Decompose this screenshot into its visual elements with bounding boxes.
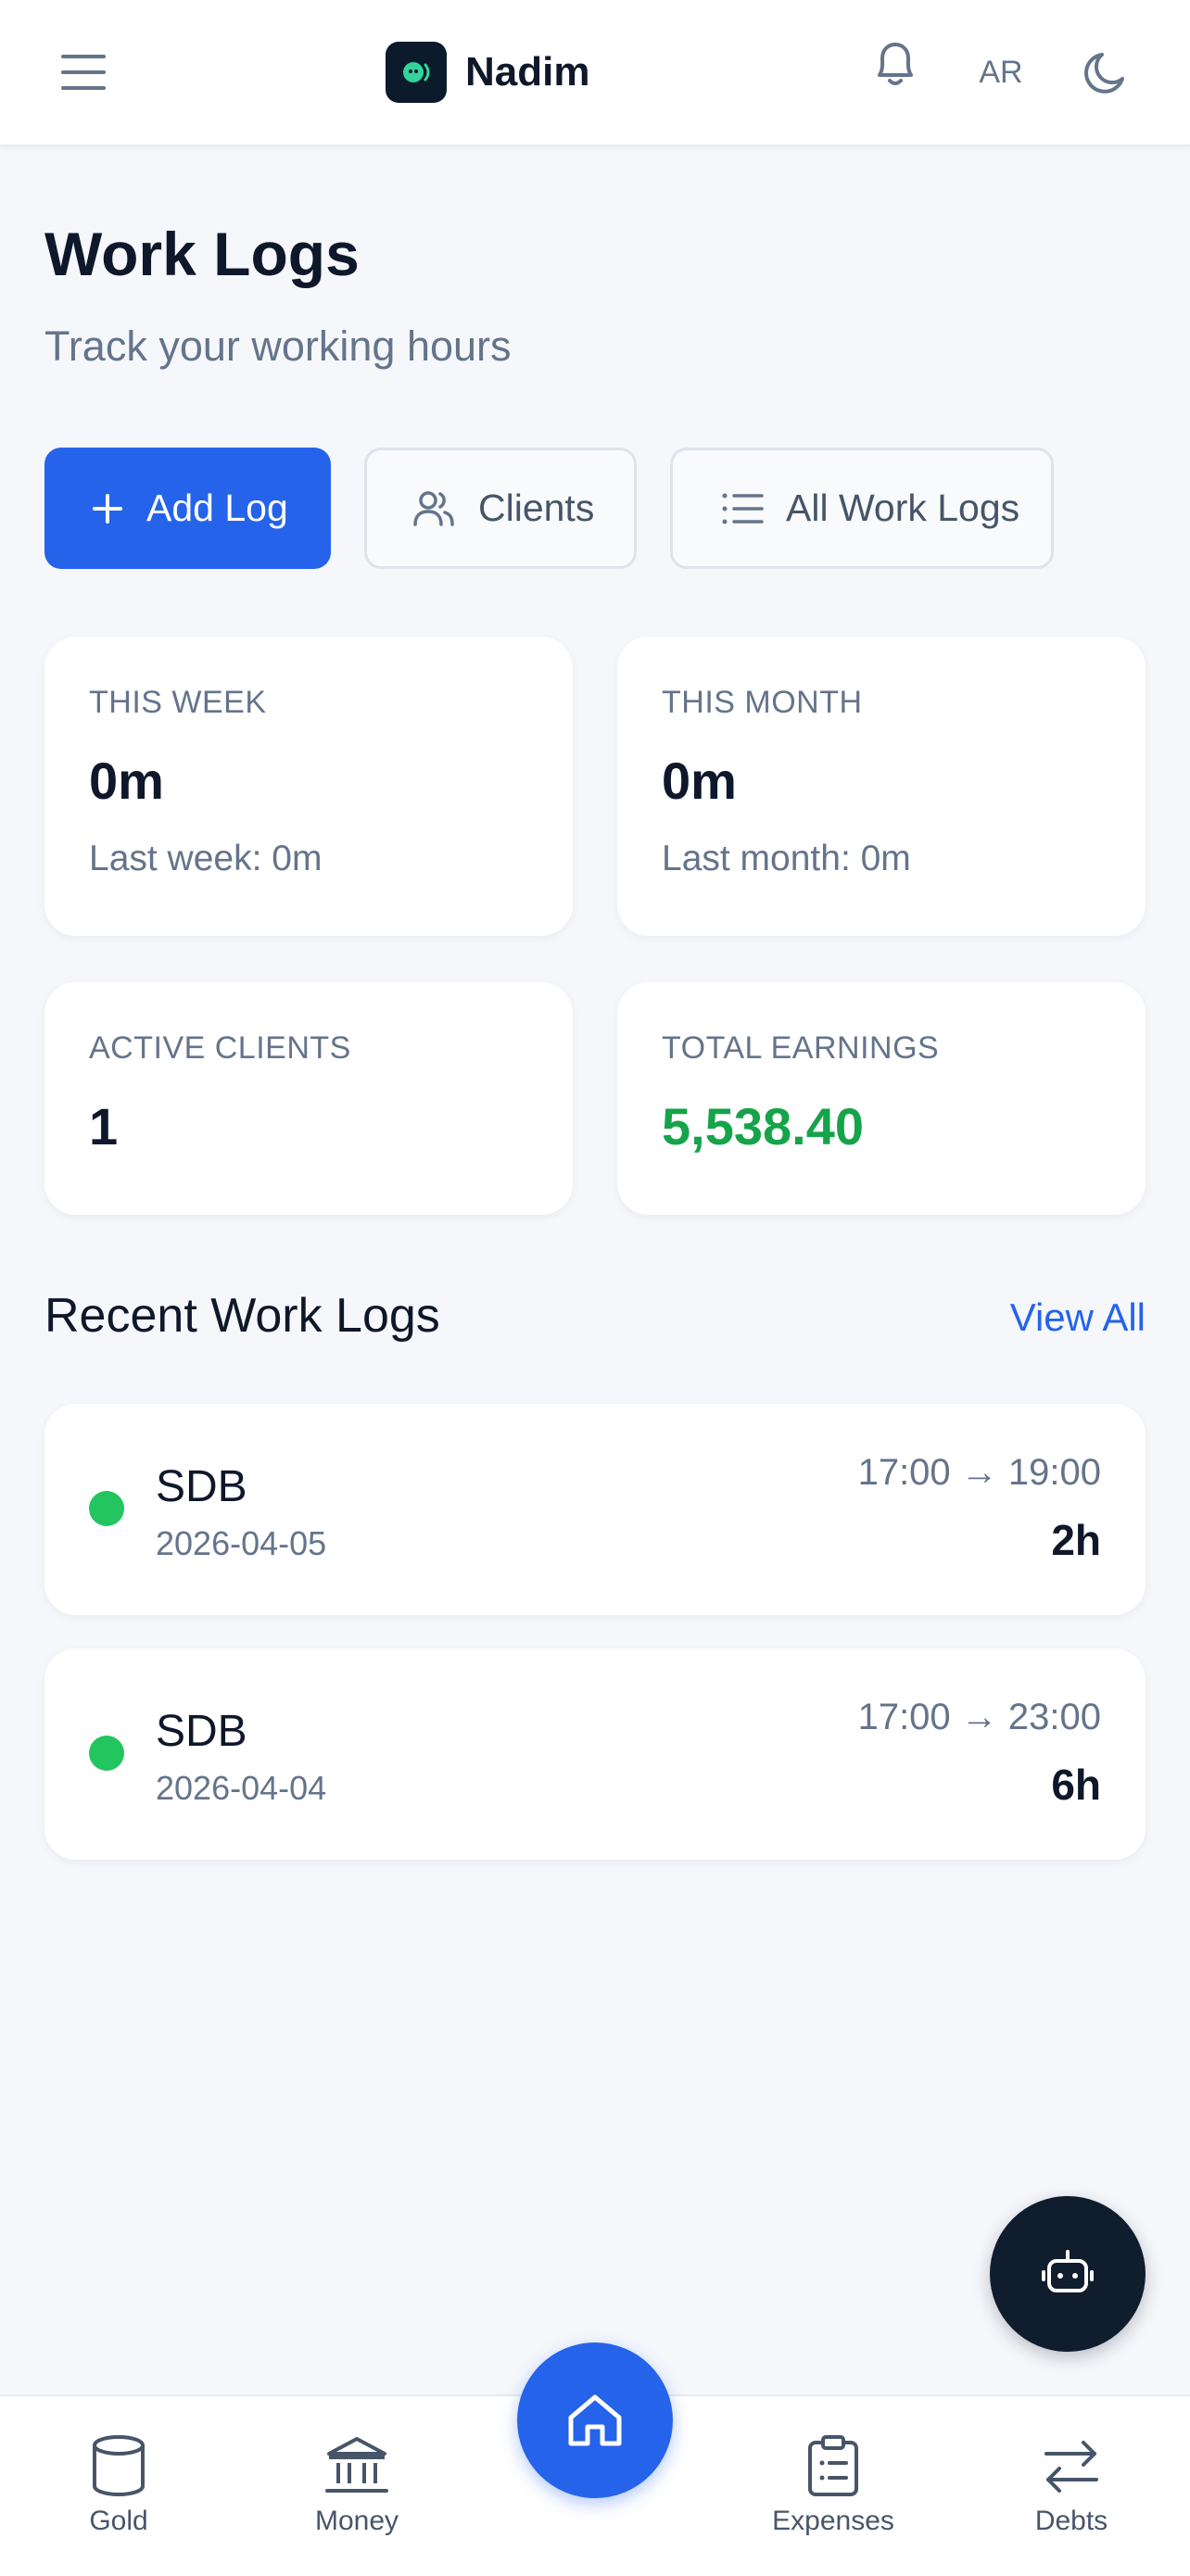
all-work-logs-button[interactable]: All Work Logs [670,448,1054,569]
stat-value: 0m [89,751,164,810]
nav-item-money[interactable]: Money [273,2433,440,2537]
status-dot [89,1736,124,1771]
top-bar: Nadim AR [0,0,1190,146]
stat-label: ACTIVE CLIENTS [89,1030,351,1066]
stat-comparison: Last month: 0m [662,839,911,878]
clipboard-icon [808,2435,858,2496]
log-time-range: 17:00 → 23:00 [857,1697,1101,1737]
nav-label: Debts [1034,2506,1108,2536]
app-name: Nadim [465,49,590,95]
nav-label: Gold [89,2506,148,2536]
list-icon [721,490,764,527]
stat-card-active-clients: ACTIVE CLIENTS 1 [44,982,573,1215]
app-logo [386,42,447,103]
nav-item-debts[interactable]: Debts [988,2433,1155,2537]
stat-card-this-month: THIS MONTH 0m Last month: 0m [617,637,1146,936]
assistant-button[interactable] [990,2196,1146,2352]
nav-label: Expenses [772,2506,894,2536]
page-subtitle: Track your working hours [44,322,512,370]
log-client: SDB [156,1462,247,1511]
stat-value: 0m [662,751,737,810]
stat-card-total-earnings: TOTAL EARNINGS 5,538.40 [617,982,1146,1215]
bell-icon [878,43,913,85]
view-all-link[interactable]: View All [1010,1295,1146,1340]
clients-label: Clients [478,486,595,529]
notifications-button[interactable] [858,28,932,102]
log-date: 2026-04-04 [156,1769,327,1807]
menu-button[interactable] [44,35,122,109]
log-client: SDB [156,1707,247,1756]
add-log-label: Add Log [146,486,288,529]
users-icon [411,489,456,528]
plus-icon [91,492,124,525]
language-toggle[interactable]: AR [964,44,1038,100]
arrows-exchange-icon [1044,2441,1098,2493]
log-date: 2026-04-05 [156,1524,327,1562]
all-work-logs-label: All Work Logs [786,486,1020,529]
robot-icon [1042,2250,1094,2292]
clients-button[interactable]: Clients [364,448,637,569]
nav-label: Money [314,2506,399,2536]
section-title: Recent Work Logs [44,1289,440,1343]
stat-value: 1 [89,1097,119,1155]
nav-item-gold[interactable]: Gold [35,2433,202,2537]
stat-value: 5,538.40 [662,1097,864,1155]
stat-comparison: Last week: 0m [89,839,323,878]
stat-label: THIS WEEK [89,685,267,720]
cylinder-icon [93,2435,145,2496]
page-title: Work Logs [44,220,360,288]
stat-label: TOTAL EARNINGS [662,1030,940,1066]
log-duration: 6h [1051,1761,1101,1809]
brand[interactable]: Nadim [386,41,589,104]
stat-label: THIS MONTH [662,685,863,720]
home-icon [568,2394,622,2446]
bank-icon [325,2437,388,2493]
log-time-range: 17:00 → 19:00 [857,1452,1101,1493]
status-dot [89,1491,124,1526]
add-log-button[interactable]: Add Log [44,448,331,569]
menu-icon [61,55,106,90]
log-duration: 2h [1051,1516,1101,1564]
work-log-item[interactable]: SDB 2026-04-04 17:00 → 23:00 6h [44,1648,1146,1860]
theme-toggle[interactable] [1070,35,1144,109]
moon-icon [1084,53,1124,94]
work-log-item[interactable]: SDB 2026-04-05 17:00 → 19:00 2h [44,1404,1146,1615]
nav-item-home[interactable] [517,2342,673,2498]
stat-card-this-week: THIS WEEK 0m Last week: 0m [44,637,573,936]
nav-item-expenses[interactable]: Expenses [750,2433,917,2537]
